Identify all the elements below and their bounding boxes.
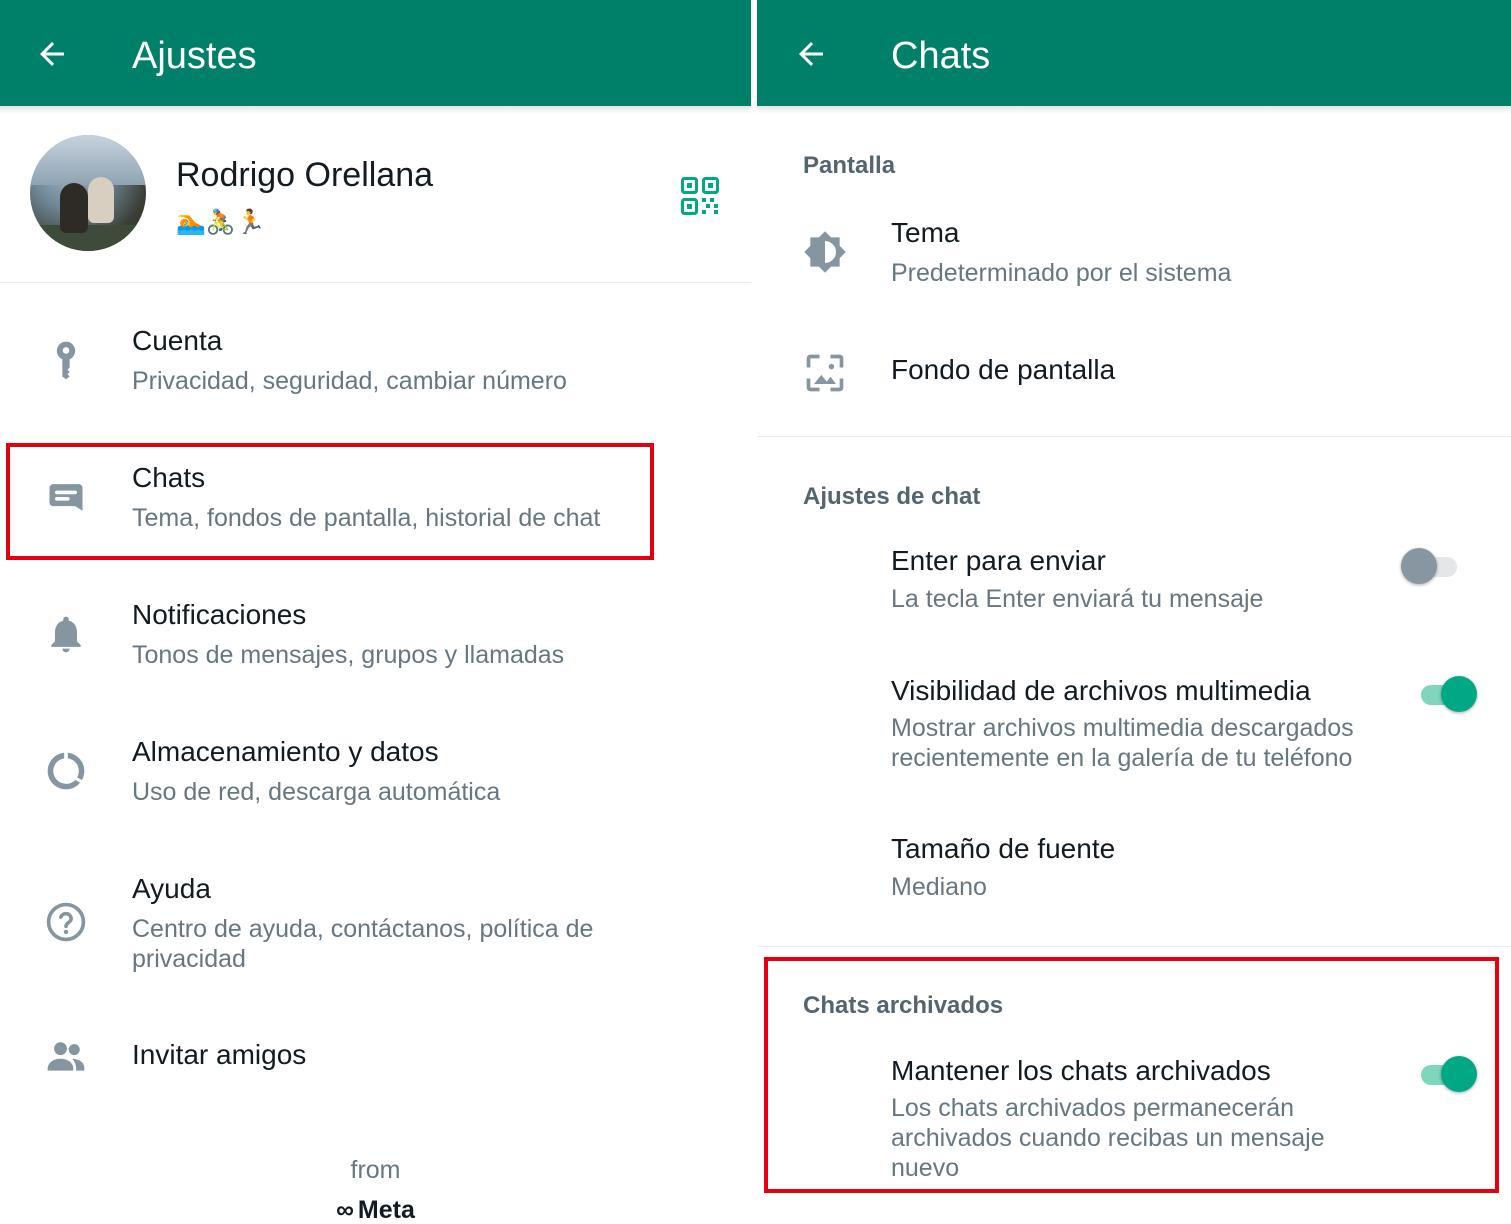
highlight-box — [6, 443, 654, 560]
divider — [757, 946, 1511, 947]
qr-code-icon[interactable] — [680, 176, 720, 216]
back-arrow-icon[interactable] — [34, 36, 70, 72]
meta-logo-icon: ∞ — [336, 1196, 354, 1224]
item-title: Cuenta — [132, 325, 223, 356]
item-subtitle: Centro de ayuda, contáctanos, política d… — [132, 915, 594, 973]
appbar-shadow — [0, 106, 751, 114]
item-subtitle: Uso de red, descarga automática — [132, 778, 501, 806]
item-title: Enter para enviar — [891, 545, 1106, 576]
settings-item-storage[interactable]: Almacenamiento y datos Uso de red, desca… — [0, 729, 751, 829]
item-subtitle: Predeterminado por el sistema — [891, 259, 1232, 287]
people-icon — [47, 1042, 85, 1071]
help-icon — [46, 902, 86, 942]
item-subtitle: La tecla Enter enviará tu mensaje — [891, 585, 1264, 613]
settings-item-theme[interactable]: Tema Predeterminado por el sistema — [757, 210, 1511, 310]
brand-name: Meta — [357, 1196, 415, 1224]
app-bar: Ajustes — [0, 0, 751, 106]
profile-status: 🏊🚴🏃 — [176, 209, 266, 236]
bell-icon — [51, 616, 81, 653]
settings-item-enter-to-send[interactable]: Enter para enviar La tecla Enter enviará… — [757, 540, 1511, 620]
item-subtitle: Mostrar archivos multimedia descargados … — [891, 714, 1354, 772]
page-title: Chats — [891, 35, 991, 77]
item-title: Tamaño de fuente — [891, 833, 1116, 864]
settings-item-notifications[interactable]: Notificaciones Tonos de mensajes, grupos… — [0, 592, 751, 692]
enter-to-send-toggle[interactable] — [1401, 546, 1461, 586]
settings-item-help[interactable]: Ayuda Centro de ayuda, contáctanos, polí… — [0, 866, 751, 986]
key-icon — [56, 341, 76, 380]
appbar-shadow — [757, 106, 1511, 114]
back-arrow-icon[interactable] — [793, 36, 829, 72]
chats-settings-panel: Chats Pantalla Tema Predeterminado por e… — [757, 0, 1511, 1224]
item-title: Ayuda — [132, 873, 211, 904]
profile-name[interactable]: Rodrigo Orellana — [176, 155, 433, 195]
settings-item-invite[interactable]: Invitar amigos — [0, 1030, 751, 1090]
avatar[interactable] — [30, 135, 146, 251]
divider — [0, 282, 751, 283]
footer-from: from — [350, 1156, 401, 1184]
section-header-display: Pantalla — [803, 152, 896, 179]
settings-item-wallpaper[interactable]: Fondo de pantalla — [757, 345, 1511, 405]
item-title: Almacenamiento y datos — [132, 736, 439, 767]
settings-item-account[interactable]: Cuenta Privacidad, seguridad, cambiar nú… — [0, 318, 751, 418]
settings-item-font-size[interactable]: Tamaño de fuente Mediano — [757, 830, 1511, 910]
item-title: Tema — [891, 217, 960, 248]
section-header-chat-settings: Ajustes de chat — [803, 483, 981, 510]
item-subtitle: Privacidad, seguridad, cambiar número — [132, 367, 567, 395]
page-title: Ajustes — [132, 35, 257, 77]
media-visibility-toggle[interactable] — [1417, 674, 1477, 714]
divider — [757, 436, 1511, 437]
item-title: Visibilidad de archivos multimedia — [891, 675, 1311, 706]
footer-brand: ∞ Meta — [0, 1196, 751, 1224]
highlight-box — [764, 957, 1499, 1193]
item-subtitle: Mediano — [891, 873, 987, 901]
wallpaper-icon — [806, 354, 844, 392]
settings-item-media-visibility[interactable]: Visibilidad de archivos multimedia Mostr… — [757, 670, 1511, 780]
storage-icon — [47, 752, 85, 790]
item-title: Fondo de pantalla — [891, 354, 1116, 385]
theme-icon — [804, 231, 846, 273]
settings-panel: Ajustes Rodrigo Orellana 🏊🚴🏃 Cuenta Priv… — [0, 0, 751, 1224]
app-bar: Chats — [757, 0, 1511, 106]
item-title: Invitar amigos — [132, 1039, 307, 1070]
item-title: Notificaciones — [132, 599, 307, 630]
item-subtitle: Tonos de mensajes, grupos y llamadas — [132, 641, 565, 669]
